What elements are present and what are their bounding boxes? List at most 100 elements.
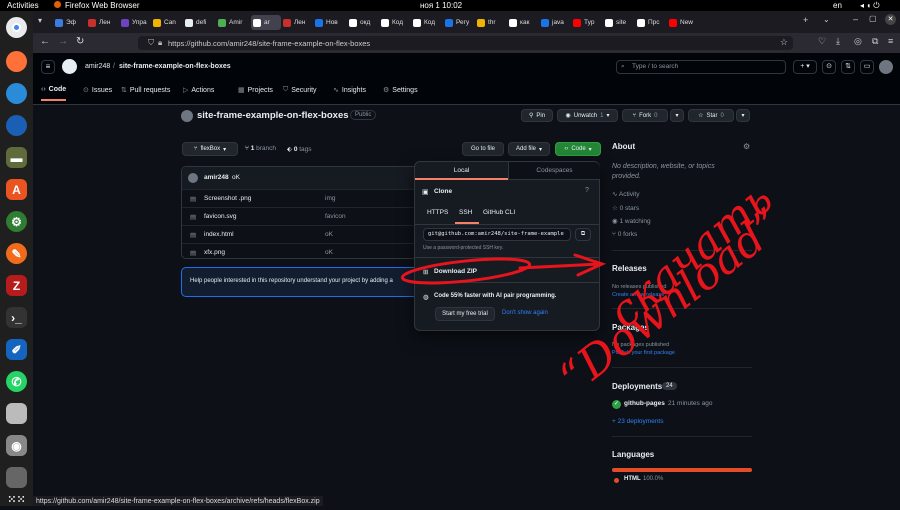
browser-tab[interactable]: как — [509, 15, 539, 30]
text-editor-icon[interactable]: ✐ — [6, 339, 27, 360]
owner-link[interactable]: amir248 — [85, 63, 110, 70]
trash-icon[interactable] — [6, 467, 27, 488]
browser-tab[interactable]: java — [541, 15, 571, 30]
file-name[interactable]: favicon.svg — [204, 213, 237, 220]
file-row[interactable]: ▤ xfx.png oK — [182, 243, 420, 261]
chrome-icon[interactable] — [6, 17, 27, 38]
whatsapp-icon[interactable]: ✆ — [6, 371, 27, 392]
branch-selector[interactable]: ⑂ flexBox ▾ — [182, 142, 238, 156]
stat-stars[interactable]: ☆ 0 stars — [612, 204, 639, 212]
fork-button[interactable]: ⑂ Fork 0 — [622, 109, 668, 122]
forward-icon[interactable]: → — [58, 36, 68, 47]
browser-tab[interactable]: defi — [185, 15, 215, 30]
browser-tab[interactable]: Регу — [445, 15, 475, 30]
deployments-heading[interactable]: Deployments — [612, 382, 662, 391]
filezilla-icon[interactable]: Z — [6, 275, 27, 296]
create-release-link[interactable]: Create a new release — [612, 292, 664, 298]
system-tray-icons[interactable]: ◂ ◖ ⏻ — [860, 1, 880, 11]
tab-security[interactable]: ⛉ Security — [283, 86, 317, 94]
browser-tab[interactable]: Упра — [121, 15, 151, 30]
downloads-icon[interactable]: ⤓ — [836, 36, 840, 47]
publish-package-link[interactable]: Publish your first package — [612, 350, 675, 356]
releases-heading[interactable]: Releases — [612, 264, 647, 273]
browser-tab[interactable]: Прс — [637, 15, 667, 30]
settings-icon[interactable]: ⚙ — [6, 211, 27, 232]
packages-heading[interactable]: Packages — [612, 323, 649, 332]
deployment-env[interactable]: github-pages — [624, 400, 665, 407]
tab-list-icon[interactable]: ▾ — [38, 16, 42, 25]
browser-tab[interactable]: site — [605, 15, 635, 30]
language-name[interactable]: HTML — [624, 476, 641, 482]
download-zip-link[interactable]: Download ZIP — [434, 268, 477, 275]
language-indicator[interactable]: en — [833, 1, 842, 10]
browser-tab[interactable]: Код — [381, 15, 411, 30]
pull-requests-icon[interactable]: ⇅ — [841, 60, 855, 74]
stat-watching[interactable]: ◉ 1 watching — [612, 217, 651, 225]
tab-settings[interactable]: ⚙ Settings — [383, 86, 418, 95]
browser-tab[interactable]: Can — [153, 15, 183, 30]
app-center-icon[interactable]: A — [6, 179, 27, 200]
browser-tab[interactable]: ar — [251, 15, 281, 30]
browser-tab[interactable]: Лен — [88, 15, 118, 30]
menu-icon[interactable]: ≡ — [888, 36, 893, 46]
branches-link[interactable]: ⑂ 1 branch — [245, 145, 276, 152]
browser-tab[interactable]: thr — [477, 15, 507, 30]
stat-activity[interactable]: ∿ Activity — [612, 190, 640, 198]
start-trial-button[interactable]: Start my free trial — [435, 307, 495, 321]
browser-tab[interactable]: Эф — [55, 15, 85, 30]
browser-tab[interactable]: New — [669, 15, 699, 30]
unwatch-button[interactable]: ◉ Unwatch 1 ▾ — [557, 109, 618, 122]
reload-icon[interactable]: ↻ — [76, 36, 84, 47]
tab-overflow-icon[interactable]: ⌄ — [823, 15, 830, 24]
app-name[interactable]: Firefox Web Browser — [65, 1, 140, 10]
browser-tab[interactable]: Нов — [315, 15, 345, 30]
commit-message[interactable]: oK — [232, 174, 240, 181]
help-icon[interactable]: ? — [585, 187, 589, 194]
show-apps-icon[interactable]: ⁙⁙ — [6, 489, 27, 510]
file-row[interactable]: ▤ favicon.svg favicon — [182, 207, 420, 225]
notifications-icon[interactable]: ▭ — [860, 60, 874, 74]
issues-icon[interactable]: ⊙ — [822, 60, 836, 74]
github-logo-icon[interactable] — [62, 59, 77, 74]
file-row[interactable]: ▤ index.html oK — [182, 225, 420, 243]
browser-tab[interactable]: окд — [349, 15, 379, 30]
document-icon[interactable] — [6, 403, 27, 424]
file-commit-message[interactable]: oK — [325, 249, 333, 256]
clock[interactable]: ноя 1 10:02 — [420, 1, 462, 10]
file-name[interactable]: xfx.png — [204, 249, 225, 256]
file-commit-message[interactable]: img — [325, 195, 335, 202]
more-deployments-link[interactable]: + 23 deployments — [612, 418, 664, 425]
tab-pull-requests[interactable]: ⇅ Pull requests — [121, 86, 170, 95]
add-file-button[interactable]: Add file ▾ — [508, 142, 550, 156]
back-icon[interactable]: ← — [40, 36, 50, 47]
tab-local[interactable]: Local — [415, 162, 508, 180]
tab-insights[interactable]: ∿ Insights — [333, 86, 366, 95]
browser-icon[interactable] — [6, 83, 27, 104]
close-window-icon[interactable]: ✕ — [885, 14, 896, 25]
copy-icon[interactable]: ⧉ — [575, 228, 591, 241]
repo-link[interactable]: site-frame-example-on-flex-boxes — [119, 63, 231, 70]
hamburger-icon[interactable]: ≡ — [41, 60, 55, 74]
go-to-file-button[interactable]: Go to file — [462, 142, 504, 156]
url-text[interactable]: https://github.com/amir248/site-frame-ex… — [168, 39, 370, 48]
activities-button[interactable]: Activities — [7, 1, 39, 10]
tab-issues[interactable]: ⊙ Issues — [83, 86, 112, 95]
browser-tab[interactable]: Лен — [283, 15, 313, 30]
firefox-dock-icon[interactable] — [6, 51, 27, 72]
commit-author[interactable]: amir248 — [204, 174, 229, 181]
star-button[interactable]: ☆ Star 0 — [688, 109, 734, 122]
fork-dropdown-button[interactable]: ▾ — [670, 109, 684, 122]
postman-icon[interactable]: ✎ — [6, 243, 27, 264]
lock-icon[interactable]: 🔒︎ — [158, 38, 162, 48]
files-icon[interactable]: ▬ — [6, 147, 27, 168]
tab-actions[interactable]: ▷ Actions — [183, 86, 214, 95]
minimize-icon[interactable]: – — [853, 14, 858, 24]
terminal-icon[interactable]: ›_ — [6, 307, 27, 328]
shield-icon[interactable]: ⛉ — [148, 38, 154, 48]
protocol-https[interactable]: HTTPS — [427, 209, 448, 216]
browser-tab[interactable]: Код — [413, 15, 443, 30]
repo-owner-avatar[interactable] — [181, 110, 193, 122]
protocol-cli[interactable]: GitHub CLI — [483, 209, 515, 216]
new-tab-icon[interactable]: + — [803, 15, 808, 25]
file-row[interactable]: ▤ Screenshot .png img — [182, 189, 420, 207]
